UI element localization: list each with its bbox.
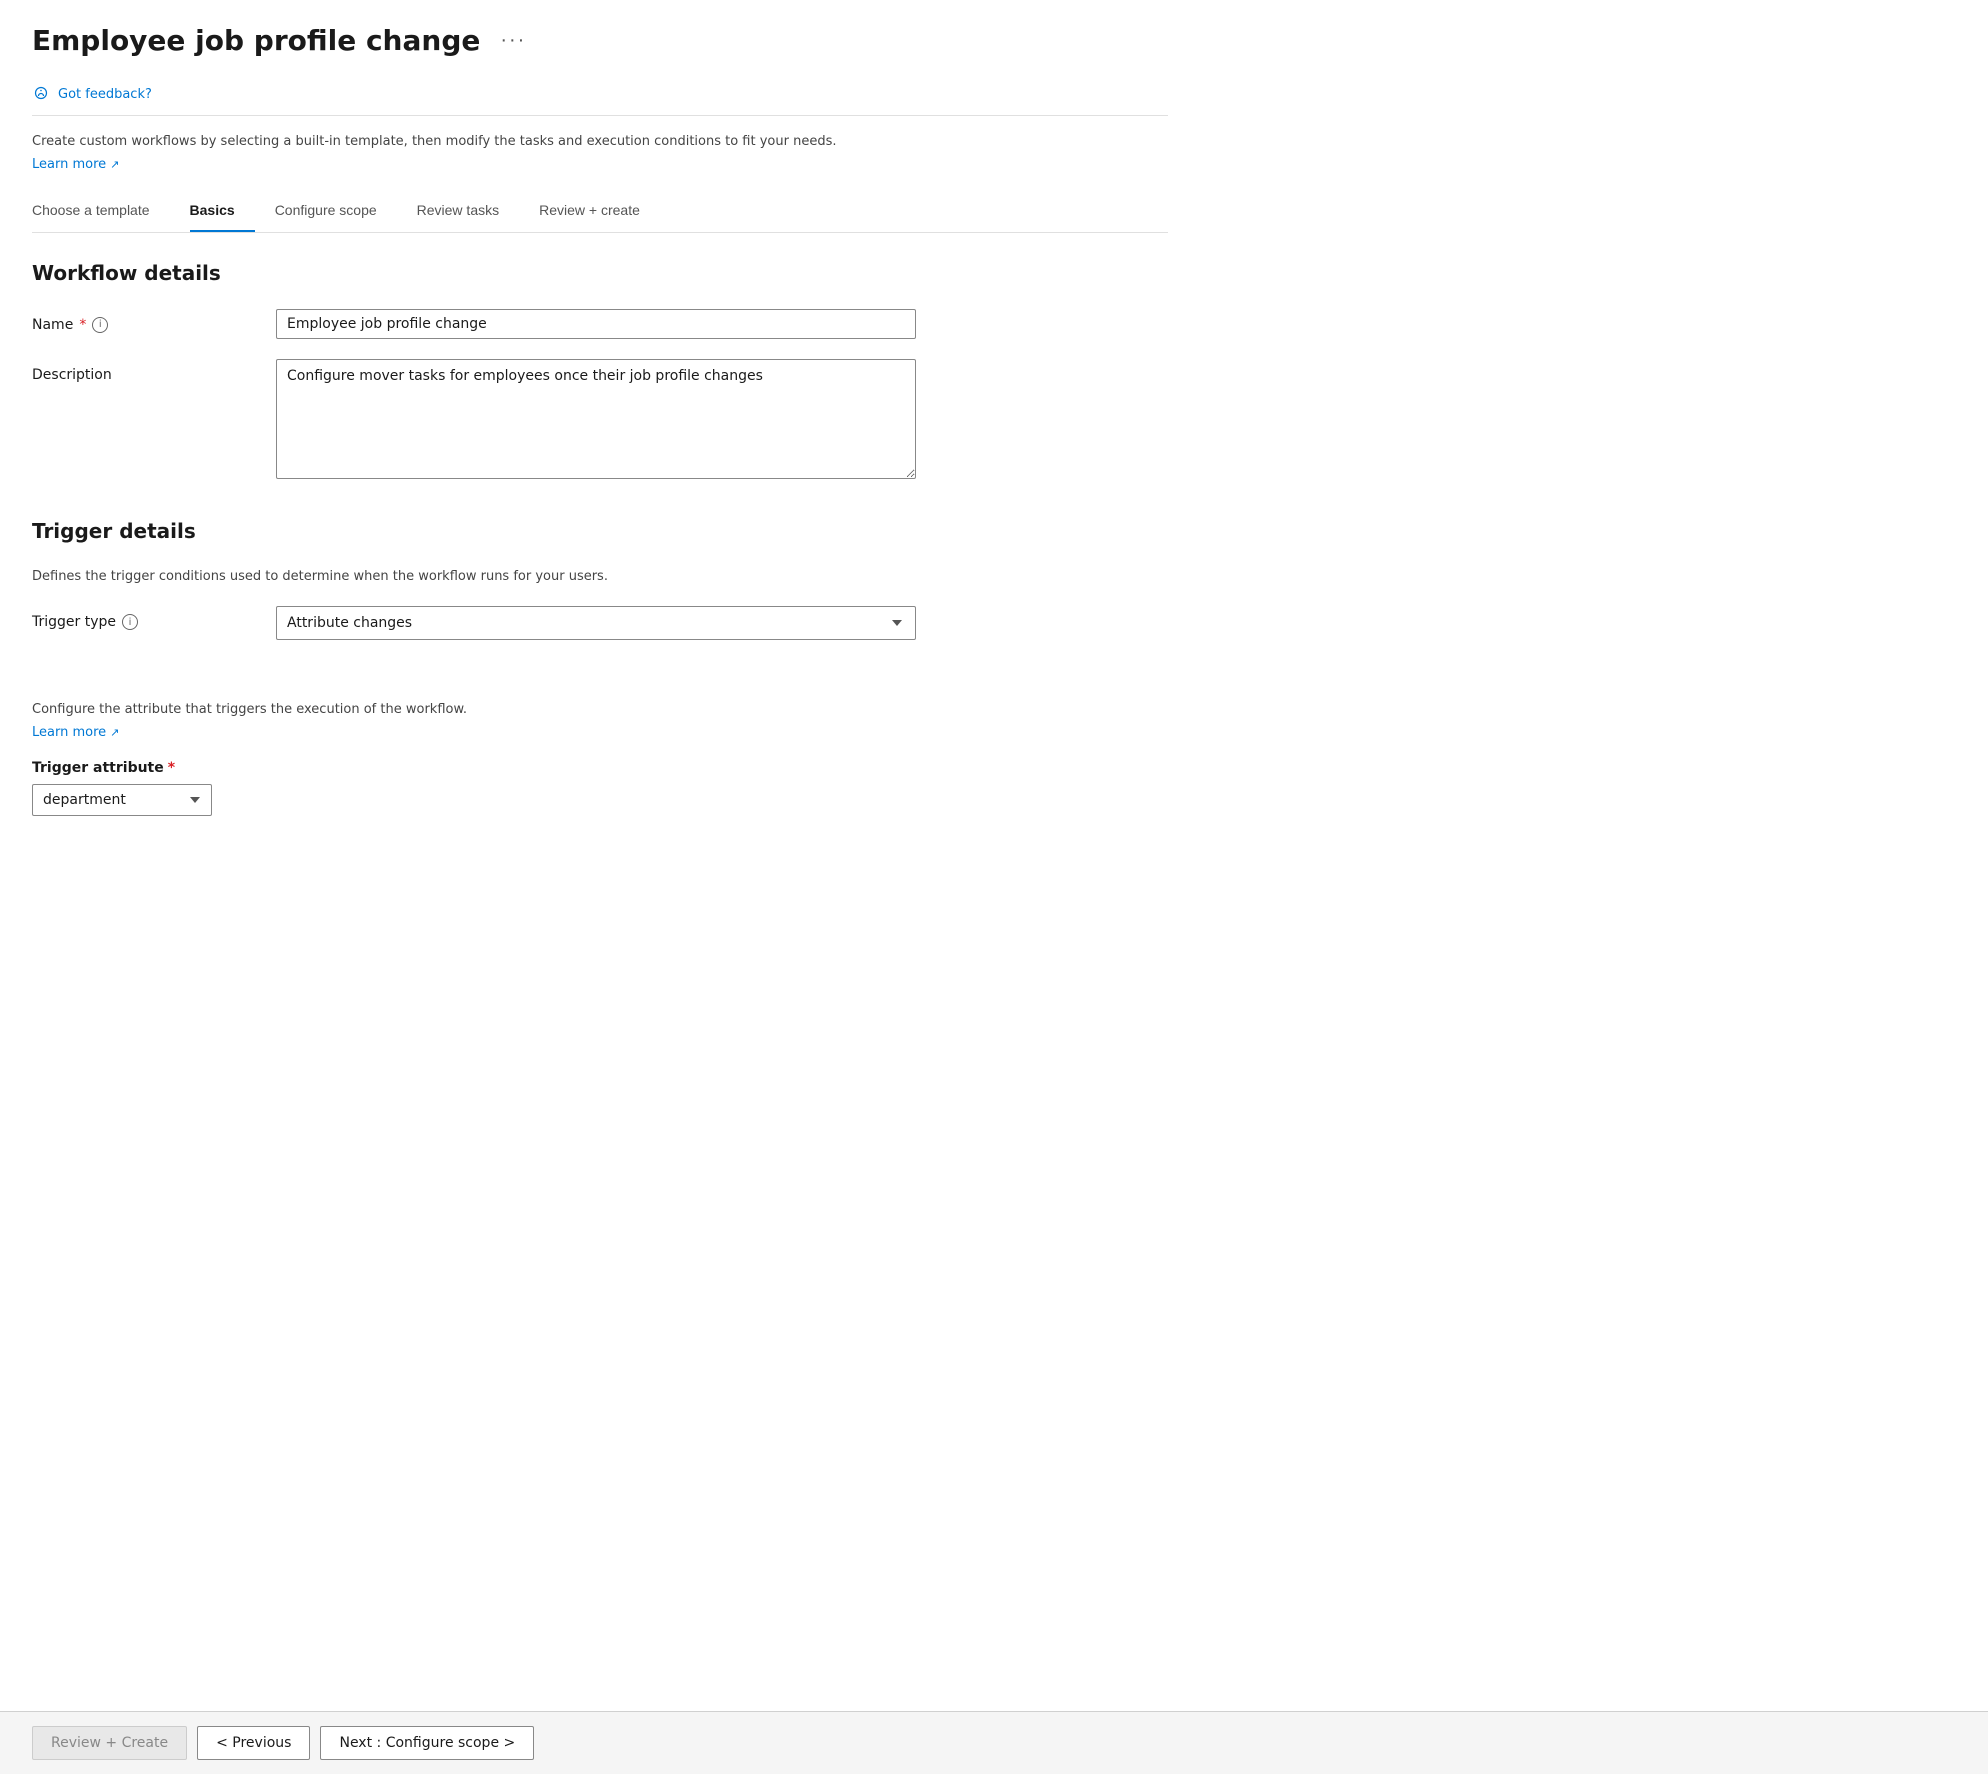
wizard-tabs: Choose a template Basics Configure scope… xyxy=(32,192,1168,233)
department-select-wrapper: department jobTitle displayName manager xyxy=(32,784,212,816)
trigger-attr-label: Trigger attribute * xyxy=(32,760,1168,776)
trigger-type-select-wrapper: Attribute changes On-demand Schedule xyxy=(276,606,916,640)
description-label: Description xyxy=(32,359,252,383)
name-required-star: * xyxy=(79,317,86,333)
name-info-icon[interactable]: i xyxy=(92,317,108,333)
review-create-button: Review + Create xyxy=(32,1726,187,1760)
trigger-attr-learn-more-link[interactable]: Learn more ↗ xyxy=(32,725,119,740)
trigger-attribute-select[interactable]: department jobTitle displayName manager xyxy=(32,784,212,816)
tab-review-tasks[interactable]: Review tasks xyxy=(417,192,519,232)
trigger-type-label: Trigger type i xyxy=(32,606,252,630)
trigger-type-info-icon[interactable]: i xyxy=(122,614,138,630)
intro-learn-more-link[interactable]: Learn more ↗ xyxy=(32,157,119,172)
tab-review-create[interactable]: Review + create xyxy=(539,192,660,232)
trigger-attr-section: Configure the attribute that triggers th… xyxy=(32,700,1168,816)
description-control: Configure mover tasks for employees once… xyxy=(276,359,916,483)
page-header: Employee job profile change ··· xyxy=(32,24,1168,57)
intro-description: Create custom workflows by selecting a b… xyxy=(32,132,1168,152)
trigger-type-select[interactable]: Attribute changes On-demand Schedule xyxy=(276,606,916,640)
trigger-details-heading: Trigger details xyxy=(32,519,1168,543)
name-input[interactable] xyxy=(276,309,916,339)
trigger-type-form-row: Trigger type i Attribute changes On-dema… xyxy=(32,606,1168,640)
trigger-attr-external-icon: ↗ xyxy=(110,726,119,739)
external-link-icon: ↗ xyxy=(110,158,119,171)
previous-button[interactable]: < Previous xyxy=(197,1726,310,1760)
feedback-bar[interactable]: Got feedback? xyxy=(32,73,1168,116)
tab-choose-template[interactable]: Choose a template xyxy=(32,192,170,232)
next-button[interactable]: Next : Configure scope > xyxy=(320,1726,534,1760)
workflow-details-heading: Workflow details xyxy=(32,261,1168,285)
page-title: Employee job profile change xyxy=(32,24,480,57)
name-label: Name * i xyxy=(32,309,252,333)
trigger-attr-description: Configure the attribute that triggers th… xyxy=(32,700,1168,720)
trigger-description: Defines the trigger conditions used to d… xyxy=(32,567,1168,587)
description-textarea[interactable]: Configure mover tasks for employees once… xyxy=(276,359,916,479)
footer-bar: Review + Create < Previous Next : Config… xyxy=(0,1711,1988,1774)
name-control xyxy=(276,309,916,339)
ellipsis-button[interactable]: ··· xyxy=(492,25,534,56)
tab-configure-scope[interactable]: Configure scope xyxy=(275,192,397,232)
feedback-icon xyxy=(32,85,50,103)
description-form-row: Description Configure mover tasks for em… xyxy=(32,359,1168,483)
tab-basics[interactable]: Basics xyxy=(190,192,255,232)
trigger-attr-required-star: * xyxy=(168,760,175,776)
feedback-label: Got feedback? xyxy=(58,87,152,102)
name-form-row: Name * i xyxy=(32,309,1168,339)
